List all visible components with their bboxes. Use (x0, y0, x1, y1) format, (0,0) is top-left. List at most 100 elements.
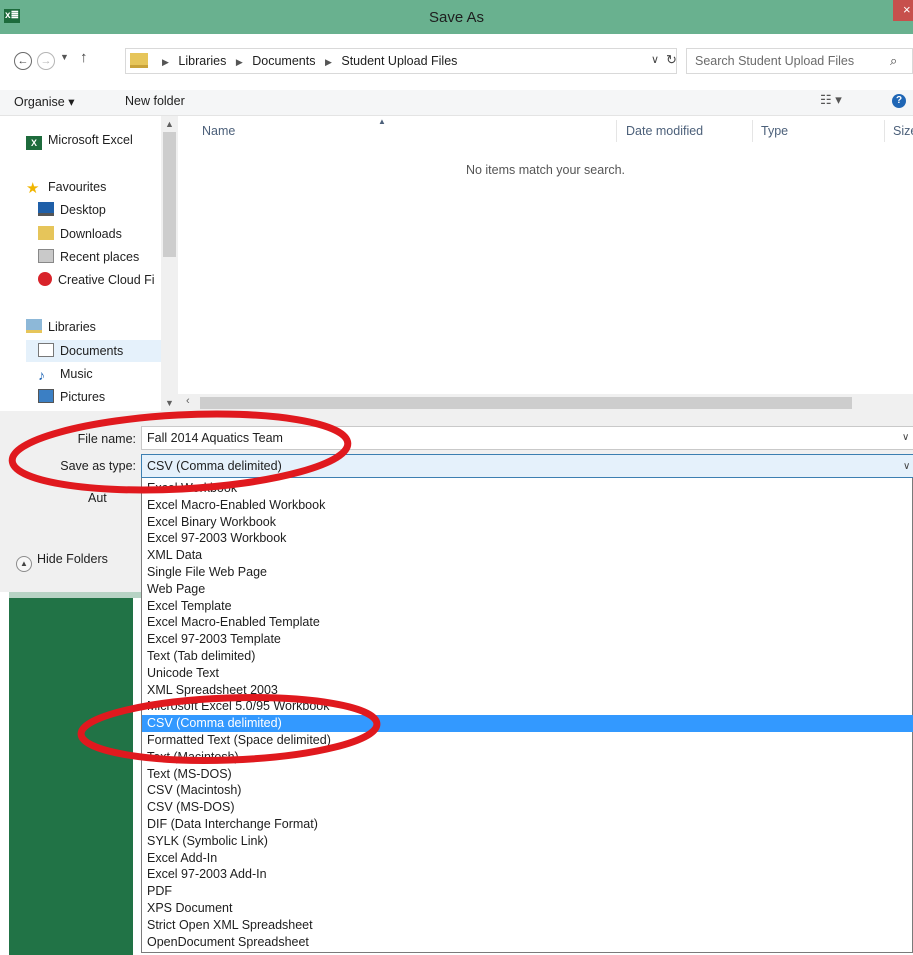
save-type-option[interactable]: Excel 97-2003 Workbook (142, 530, 913, 547)
address-dropdown-chevron-icon[interactable]: ∨ (651, 53, 659, 66)
save-as-type-chevron-icon[interactable]: ∨ (903, 461, 910, 472)
save-type-option[interactable]: CSV (Comma delimited) (142, 715, 913, 732)
save-type-option[interactable]: Text (MS-DOS) (142, 766, 913, 783)
forward-arrow-icon[interactable]: → (37, 52, 55, 70)
save-type-option[interactable]: XML Data (142, 547, 913, 564)
save-type-option[interactable]: OpenDocument Spreadsheet (142, 934, 913, 951)
nav-item-libraries[interactable]: Libraries (26, 316, 161, 338)
save-as-type-label: Save as type: (60, 459, 136, 473)
file-name-label: File name: (77, 432, 136, 446)
column-header-name[interactable]: Name (202, 124, 235, 138)
authors-label: Aut (88, 491, 107, 505)
downloads-folder-icon (38, 226, 54, 240)
save-type-option[interactable]: SYLK (Symbolic Link) (142, 833, 913, 850)
save-as-type-value: CSV (Comma delimited) (147, 459, 282, 473)
nav-pane-scroll-thumb[interactable] (163, 132, 176, 257)
nav-item-desktop[interactable]: Desktop (38, 199, 173, 221)
nav-item-pictures[interactable]: Pictures (38, 386, 173, 408)
save-type-option[interactable]: Text (Macintosh) (142, 749, 913, 766)
close-button[interactable]: × (893, 0, 913, 21)
column-header-size[interactable]: Size (893, 124, 913, 138)
star-icon: ★ (26, 180, 40, 197)
up-arrow-icon[interactable]: ↑ (80, 49, 88, 66)
save-type-option[interactable]: Single File Web Page (142, 564, 913, 581)
breadcrumb-item-libraries[interactable]: Libraries (178, 54, 226, 68)
creative-cloud-icon (38, 272, 52, 286)
help-icon[interactable]: ? (892, 94, 906, 108)
nav-item-creative-cloud[interactable]: Creative Cloud Fi (38, 269, 173, 291)
save-type-option[interactable]: Formatted Text (Space delimited) (142, 732, 913, 749)
breadcrumb-item-student-upload-files[interactable]: Student Upload Files (341, 54, 457, 68)
recent-places-icon (38, 249, 54, 263)
save-as-type-options-list: Excel Workbook Excel Macro-Enabled Workbo… (141, 478, 913, 953)
save-type-option[interactable]: CSV (MS-DOS) (142, 799, 913, 816)
file-name-dropdown-chevron-icon[interactable]: ∨ (902, 432, 909, 443)
save-type-option[interactable]: Excel Macro-Enabled Workbook (142, 497, 913, 514)
save-type-option[interactable]: Unicode Text (142, 665, 913, 682)
command-toolbar: Organise ▾ New folder ☷ ▾ ? (0, 90, 913, 116)
save-type-option[interactable]: XML Spreadsheet 2003 (142, 682, 913, 699)
column-header-type[interactable]: Type (761, 124, 788, 138)
address-row: ← → ▼ ↑ ▶ Libraries ▶ Documents ▶ Studen… (0, 34, 913, 90)
nav-item-favourites[interactable]: ★ Favourites (26, 176, 161, 198)
save-as-dialog: { "window": { "title": "Save As", "app_i… (0, 0, 913, 955)
save-type-option[interactable]: XPS Document (142, 900, 913, 917)
navigation-pane: X Microsoft Excel ★ Favourites Desktop Dow… (0, 116, 178, 411)
sort-ascending-icon: ▲ (378, 117, 386, 126)
libraries-icon (26, 319, 42, 333)
new-folder-button[interactable]: New folder (125, 94, 185, 108)
desktop-icon (38, 202, 54, 216)
nav-item-downloads[interactable]: Downloads (38, 223, 173, 245)
excel-background-panel (9, 598, 133, 955)
file-list-horizontal-scrollbar[interactable]: ‹ (178, 394, 913, 411)
search-icon[interactable]: ⌕ (890, 53, 897, 69)
music-icon: ♪ (38, 367, 45, 383)
save-type-option[interactable]: Text (Tab delimited) (142, 648, 913, 665)
search-box: ⌕ (686, 48, 913, 74)
save-type-option[interactable]: PDF (142, 883, 913, 900)
recent-locations-chevron-icon[interactable]: ▼ (60, 52, 69, 62)
nav-item-recent-places[interactable]: Recent places (38, 246, 173, 268)
save-type-option[interactable]: Excel Binary Workbook (142, 514, 913, 531)
collapse-chevron-icon: ▲ (16, 556, 32, 572)
nav-item-documents[interactable]: Documents (26, 340, 161, 362)
scroll-left-arrow-icon[interactable]: ‹ (186, 395, 190, 407)
save-type-option[interactable]: Excel Add-In (142, 850, 913, 867)
refresh-icon[interactable]: ↻ (666, 52, 677, 68)
folder-icon (130, 53, 148, 68)
scroll-up-arrow-icon[interactable]: ▲ (165, 119, 174, 129)
excel-icon: X (26, 136, 42, 150)
breadcrumb: ▶ Libraries ▶ Documents ▶ Student Upload… (162, 54, 458, 68)
save-type-option[interactable]: CSV (Macintosh) (142, 782, 913, 799)
save-type-option[interactable]: Excel Template (142, 598, 913, 615)
title-bar: x≣ Save As × (0, 0, 913, 34)
file-name-input[interactable] (141, 426, 913, 450)
file-list-scroll-thumb[interactable] (200, 397, 852, 409)
save-type-option[interactable]: Strict Open XML Spreadsheet (142, 917, 913, 934)
pictures-icon (38, 389, 54, 403)
save-type-option[interactable]: Excel Macro-Enabled Template (142, 614, 913, 631)
nav-item-microsoft-excel[interactable]: X Microsoft Excel (26, 129, 161, 151)
window-title: Save As (428, 9, 485, 26)
hide-folders-button[interactable]: ▲ Hide Folders (16, 552, 108, 572)
breadcrumb-item-documents[interactable]: Documents (252, 54, 315, 68)
save-type-option[interactable]: Microsoft Excel 5.0/95 Workbook (142, 698, 913, 715)
back-arrow-icon[interactable]: ← (14, 52, 32, 70)
save-type-option[interactable]: Excel 97-2003 Add-In (142, 866, 913, 883)
organise-menu-button[interactable]: Organise ▾ (14, 94, 74, 109)
change-view-icon[interactable]: ☷ ▾ (820, 92, 842, 108)
save-type-option[interactable]: Web Page (142, 581, 913, 598)
save-type-option[interactable]: DIF (Data Interchange Format) (142, 816, 913, 833)
save-type-option[interactable]: Excel Workbook (142, 480, 913, 497)
save-as-type-select[interactable]: CSV (Comma delimited) ∨ (141, 454, 913, 478)
documents-icon (38, 343, 54, 357)
file-list: ▲ Name Date modified Type Size No items … (178, 116, 913, 411)
empty-list-message: No items match your search. (465, 163, 626, 177)
nav-pane-scrollbar[interactable]: ▲ ▼ (161, 116, 178, 411)
address-bar[interactable]: ▶ Libraries ▶ Documents ▶ Student Upload… (125, 48, 677, 74)
column-header-date-modified[interactable]: Date modified (626, 124, 703, 138)
nav-item-music[interactable]: ♪ Music (38, 363, 173, 385)
save-type-option[interactable]: Excel 97-2003 Template (142, 631, 913, 648)
search-input[interactable] (695, 54, 880, 68)
scroll-down-arrow-icon[interactable]: ▼ (165, 398, 174, 408)
